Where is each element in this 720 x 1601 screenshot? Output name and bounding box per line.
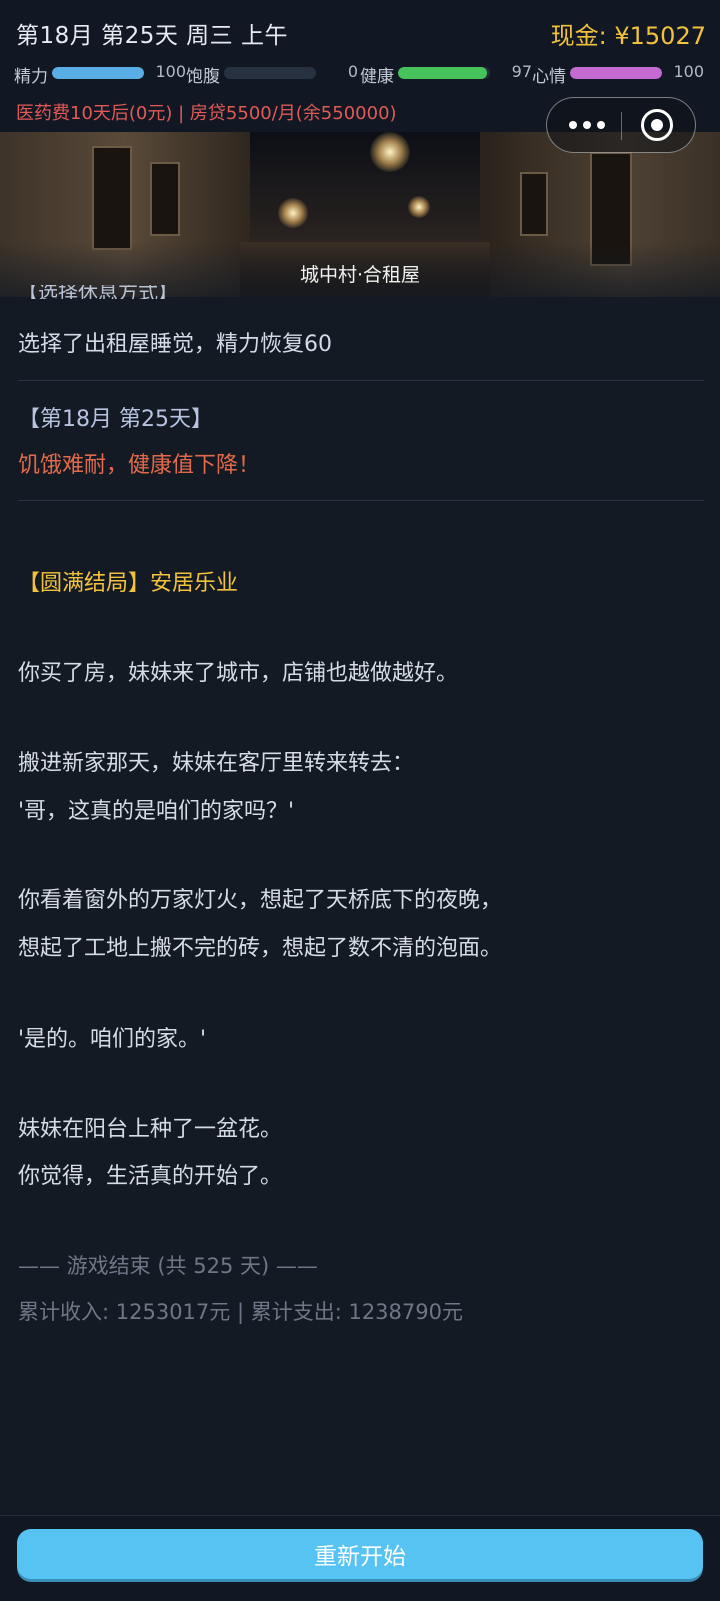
- restart-button[interactable]: 重新开始: [17, 1529, 703, 1579]
- stat-label: 饱腹: [186, 67, 220, 87]
- story-line: '哥，这真的是咱们的家吗？': [18, 799, 295, 824]
- log-entry-title-cut: 【选择休息方式】: [18, 285, 178, 299]
- banner-lamp: [370, 132, 410, 172]
- stat-value: 97: [511, 62, 532, 81]
- story-line: 你觉得，生活真的开始了。: [18, 1164, 283, 1189]
- more-menu-icon[interactable]: [569, 118, 609, 134]
- stat-value: 0: [347, 62, 358, 81]
- banner-window: [520, 172, 548, 236]
- banner-window: [92, 146, 132, 250]
- mini-program-capsule: [546, 97, 696, 153]
- banner-lamp: [278, 198, 308, 228]
- stat-bar-fill: [398, 67, 488, 79]
- game-date: 第18月 第25天 周三 上午: [16, 23, 288, 49]
- log-day-title: 【第18月 第25天】: [18, 407, 213, 432]
- stat-bar-fill: [570, 67, 662, 79]
- location-caption: 城中村·合租屋: [299, 264, 421, 286]
- bottom-bar: 重新开始: [0, 1515, 720, 1601]
- capsule-divider: [621, 112, 622, 140]
- close-target-icon[interactable]: [641, 109, 673, 141]
- game-over-line: —— 游戏结束 (共 525 天) ——: [18, 1254, 318, 1278]
- log-divider: [18, 380, 704, 381]
- stat-label: 健康: [360, 67, 394, 87]
- banner-window: [150, 162, 180, 236]
- story-line: '是的。咱们的家。': [18, 1027, 207, 1052]
- stat-label: 精力: [14, 67, 48, 87]
- stat-label: 心情: [532, 67, 566, 87]
- story-line: 搬进新家那天，妹妹在客厅里转来转去：: [18, 751, 415, 776]
- location-banner: 城中村·合租屋: [0, 132, 720, 297]
- stats-row: 精力 100 饱腹 0 健康 97 心情 100: [14, 62, 708, 87]
- ending-title: 【圆满结局】安居乐业: [18, 571, 239, 596]
- log-rest-text: 选择了出租屋睡觉，精力恢复60: [18, 332, 332, 357]
- stat-value: 100: [673, 62, 704, 81]
- bill-notices: 医药费10天后(0元) | 房贷5500/月(余550000): [16, 103, 397, 124]
- story-line: 妹妹在阳台上种了一盆花。: [18, 1117, 283, 1142]
- stat-bar: [570, 67, 662, 79]
- log-warning: 饥饿难耐，健康值下降！: [18, 453, 261, 478]
- stat-bar-fill: [52, 67, 144, 79]
- income-expense-totals: 累计收入: 1253017元 | 累计支出: 1238790元: [18, 1300, 463, 1324]
- cash-amount: 现金: ¥15027: [550, 22, 706, 50]
- story-line: 你买了房，妹妹来了城市，店铺也越做越好。: [18, 661, 459, 686]
- stat-bar: [398, 67, 490, 79]
- stat-bar: [52, 67, 144, 79]
- log-divider: [18, 500, 704, 501]
- stat-bar: [224, 67, 316, 79]
- stat-value: 100: [155, 62, 186, 81]
- story-line: 你看着窗外的万家灯火，想起了天桥底下的夜晚，: [18, 888, 503, 913]
- story-line: 想起了工地上搬不完的砖，想起了数不清的泡面。: [18, 936, 503, 961]
- banner-lamp: [408, 196, 430, 218]
